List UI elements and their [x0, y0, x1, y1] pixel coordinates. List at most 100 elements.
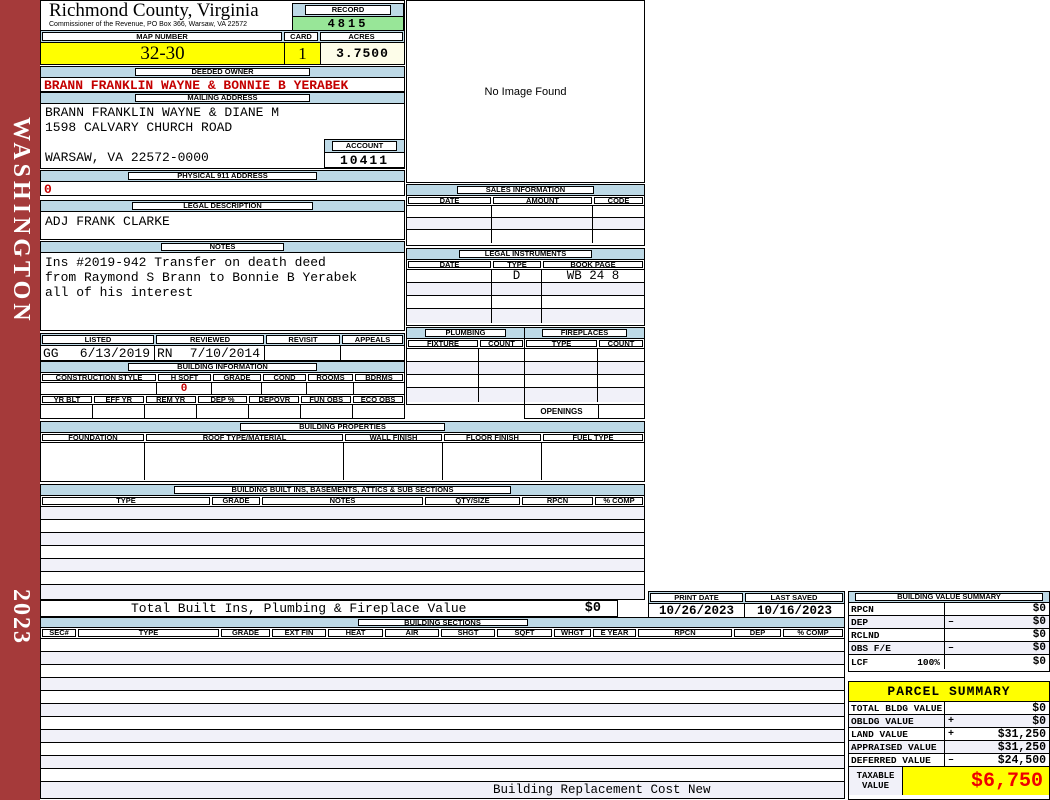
column-header: DATE [408, 197, 491, 204]
appeals-cell [341, 346, 404, 360]
column-header: WHGT [554, 629, 591, 637]
building-properties-section: BUILDING PROPERTIES FOUNDATION ROOF TYPE… [40, 421, 645, 482]
column-header: CONSTRUCTION STYLE [42, 374, 156, 381]
column-header: % COMP [783, 629, 843, 637]
parcel-label: TOTAL BLDG VALUE [849, 702, 945, 714]
parcel-op: – [948, 754, 955, 766]
section-title: LEGAL DESCRIPTION [131, 202, 314, 210]
column-header: PRINT DATE [650, 593, 743, 602]
column-header: CODE [594, 197, 643, 204]
print-date-value: 10/26/2023 [649, 604, 745, 617]
column-header: GRADE [213, 374, 261, 381]
fireplaces-half: FIREPLACES TYPE COUNT [525, 328, 644, 404]
revisit-cell [265, 346, 341, 360]
built-ins-total-row: Total Built Ins, Plumbing & Fireplace Va… [40, 600, 618, 617]
parcel-op: + [948, 715, 955, 727]
legal-description-value: ADJ FRANK CLARKE [45, 214, 170, 229]
column-header: ROOMS [308, 374, 353, 381]
column-header: ACRES [320, 32, 403, 41]
parcel-row: OBLDG VALUE + $0 [849, 715, 1049, 728]
column-header: E YEAR [593, 629, 636, 637]
column-header: QTY/SIZE [425, 497, 520, 505]
column-header: COUNT [599, 340, 643, 347]
column-header: LISTED [42, 335, 154, 344]
summary-row: RPCN $0 [849, 603, 1049, 616]
plumbing-half: PLUMBING FIXTURE COUNT [407, 328, 525, 404]
h-sqft-value: 0 [157, 383, 212, 394]
plumbing-fireplaces-section: PLUMBING FIXTURE COUNT FIREPLACES TYPE C… [406, 327, 645, 405]
column-header: WALL FINISH [345, 434, 442, 441]
column-header: APPEALS [342, 335, 403, 344]
section-title: BUILDING INFORMATION [128, 363, 317, 371]
summary-label: OBS F/E [851, 642, 891, 654]
column-header: GRADE [221, 629, 270, 637]
map-number-section: MAP NUMBER CARD ACRES 32-30 1 3.7500 [40, 30, 405, 65]
column-header: HEAT [328, 629, 383, 637]
mailing-line: WARSAW, VA 22572-0000 [45, 150, 209, 165]
summary-op: – [948, 642, 955, 654]
summary-extra: 100% [917, 656, 940, 668]
mailing-address-section: MAILING ADDRESS BRANN FRANKLIN WAYNE & D… [40, 92, 405, 169]
summary-row: DEP – $0 [849, 616, 1049, 629]
column-header: FOUNDATION [42, 434, 144, 441]
parcel-label: OBLDG VALUE [849, 715, 945, 727]
parcel-row: DEFERRED VALUE – $24,500 [849, 754, 1049, 767]
column-header: BOOK PAGE [543, 261, 643, 268]
section-title: PLUMBING [424, 329, 507, 337]
column-header: SQFT [497, 629, 552, 637]
parcel-label: LAND VALUE [849, 728, 945, 740]
column-header: COUNT [480, 340, 523, 347]
column-header: TYPE [493, 261, 541, 268]
acres-value: 3.7500 [321, 43, 404, 64]
parcel-summary-title: PARCEL SUMMARY [849, 682, 1049, 702]
column-header: RPCN [522, 497, 593, 505]
reviewed-code: RN [157, 346, 173, 360]
reviewed-cell: RN 7/10/2014 [155, 346, 265, 360]
legal-description-section: LEGAL DESCRIPTION ADJ FRANK CLARKE [40, 200, 405, 240]
column-header: SEC# [42, 629, 76, 637]
section-title: MAILING ADDRESS [135, 94, 310, 102]
parcel-row: LAND VALUE + $31,250 [849, 728, 1049, 741]
footer-note-row: Building Replacement Cost New [41, 782, 844, 798]
column-header: CARD [284, 32, 318, 41]
column-header: FUN OBS [301, 396, 352, 403]
parcel-value: $0 [1032, 715, 1046, 727]
taxable-label: VALUE [861, 781, 889, 791]
taxable-value: $6,750 [903, 767, 1049, 795]
account-label: ACCOUNT [332, 141, 397, 151]
column-header: DEP % [197, 396, 248, 403]
column-header: GRADE [212, 497, 260, 505]
section-title: FIREPLACES [541, 329, 628, 337]
physical-address-section: PHYSICAL 911 ADDRESS 0 [40, 170, 405, 197]
column-header: H SQFT [158, 374, 211, 381]
column-header: % COMP [595, 497, 643, 505]
summary-label: LCF [851, 656, 869, 668]
total-built-ins-value: $0 [584, 601, 601, 616]
building-replacement-note: Building Replacement Cost New [493, 783, 711, 797]
section-title: BUILDING VALUE SUMMARY [855, 593, 1043, 601]
tax-year-label: 2023 [8, 589, 34, 645]
summary-op: – [948, 616, 955, 628]
column-header: BDRMS [355, 374, 403, 381]
listed-code: GG [43, 346, 59, 360]
record-label: RECORD [305, 5, 391, 15]
column-header: AMOUNT [493, 197, 592, 204]
deeded-owner-section: DEEDED OWNER BRANN FRANKLIN WAYNE & BONN… [40, 66, 405, 93]
column-header: EFF YR [93, 396, 144, 403]
column-header: YR BLT [42, 396, 92, 403]
column-header: REVISIT [266, 335, 340, 344]
print-info-box: PRINT DATE LAST SAVED 10/26/2023 10/16/2… [648, 591, 845, 618]
column-header: SHGT [441, 629, 495, 637]
summary-row: LCF 100% $0 [849, 655, 1049, 669]
map-number-value: 32-30 [41, 43, 285, 64]
summary-value: $0 [1032, 603, 1046, 615]
column-header: TYPE [526, 340, 597, 347]
building-information-section: BUILDING INFORMATION CONSTRUCTION STYLE … [40, 361, 405, 419]
sales-information-section: SALES INFORMATION DATE AMOUNT CODE [406, 184, 645, 246]
taxable-label: TAXABLE [856, 771, 895, 781]
column-header: EXT FIN [272, 629, 326, 637]
parcel-label: APPRAISED VALUE [849, 741, 945, 753]
parcel-value: $24,500 [997, 754, 1046, 766]
column-header: DATE [408, 261, 491, 268]
listed-cell: GG 6/13/2019 [41, 346, 155, 360]
